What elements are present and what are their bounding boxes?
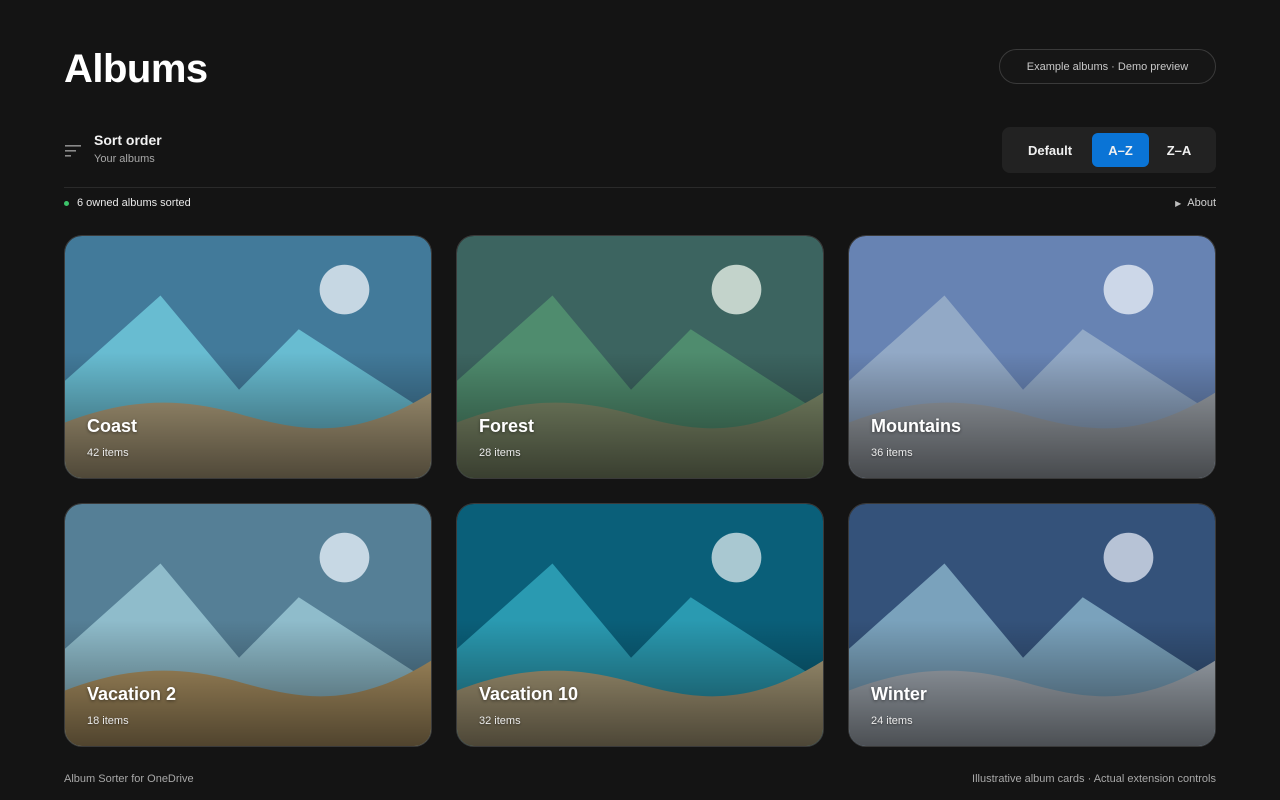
album-count: 28 items bbox=[479, 447, 521, 459]
album-name: Forest bbox=[479, 416, 535, 436]
album-count: 32 items bbox=[479, 715, 521, 727]
page-title: Albums bbox=[64, 47, 208, 91]
sort-title: Sort order bbox=[94, 132, 162, 148]
demo-badge: Example albums · Demo preview bbox=[999, 49, 1216, 84]
sort-az-button[interactable]: A–Z bbox=[1092, 133, 1149, 167]
album-name: Mountains bbox=[871, 416, 961, 436]
sort-default-button[interactable]: Default bbox=[1008, 133, 1092, 167]
card-gradient bbox=[849, 236, 1215, 478]
album-name: Coast bbox=[87, 416, 138, 436]
album-card[interactable]: Coast 42 items bbox=[64, 235, 432, 479]
about-label: About bbox=[1187, 197, 1216, 209]
album-card[interactable]: Vacation 2 18 items bbox=[64, 503, 432, 747]
sort-header: Sort order Your albums bbox=[64, 131, 162, 167]
card-gradient bbox=[849, 504, 1215, 746]
about-toggle[interactable]: ▶ About bbox=[1175, 197, 1216, 209]
footer-app-name: Album Sorter for OneDrive bbox=[64, 773, 194, 785]
card-gradient bbox=[457, 504, 823, 746]
card-gradient bbox=[65, 236, 431, 478]
album-grid: Coast 42 items Forest 28 items Mountains… bbox=[64, 235, 1216, 747]
album-name: Winter bbox=[871, 684, 927, 704]
divider bbox=[64, 187, 1216, 188]
album-card[interactable]: Vacation 10 32 items bbox=[456, 503, 824, 747]
album-name: Vacation 10 bbox=[479, 684, 579, 704]
sort-za-button[interactable]: Z–A bbox=[1149, 133, 1209, 167]
card-gradient bbox=[65, 504, 431, 746]
album-count: 18 items bbox=[87, 715, 129, 727]
album-count: 24 items bbox=[871, 715, 913, 727]
status-dot-icon bbox=[64, 200, 69, 206]
sort-subtitle: Your albums bbox=[94, 153, 155, 165]
album-card[interactable]: Winter 24 items bbox=[848, 503, 1216, 747]
sort-lines-icon bbox=[65, 145, 81, 157]
status-line: 6 owned albums sorted bbox=[64, 197, 191, 209]
album-name: Vacation 2 bbox=[87, 684, 177, 704]
sort-segmented-control: Default A–Z Z–A bbox=[1002, 127, 1216, 173]
status-text: 6 owned albums sorted bbox=[77, 197, 191, 209]
album-count: 42 items bbox=[87, 447, 129, 459]
album-count: 36 items bbox=[871, 447, 913, 459]
album-card[interactable]: Mountains 36 items bbox=[848, 235, 1216, 479]
play-triangle-icon: ▶ bbox=[1175, 198, 1182, 208]
album-card[interactable]: Forest 28 items bbox=[456, 235, 824, 479]
card-gradient bbox=[457, 236, 823, 478]
footer-note: Illustrative album cards · Actual extens… bbox=[972, 773, 1216, 785]
